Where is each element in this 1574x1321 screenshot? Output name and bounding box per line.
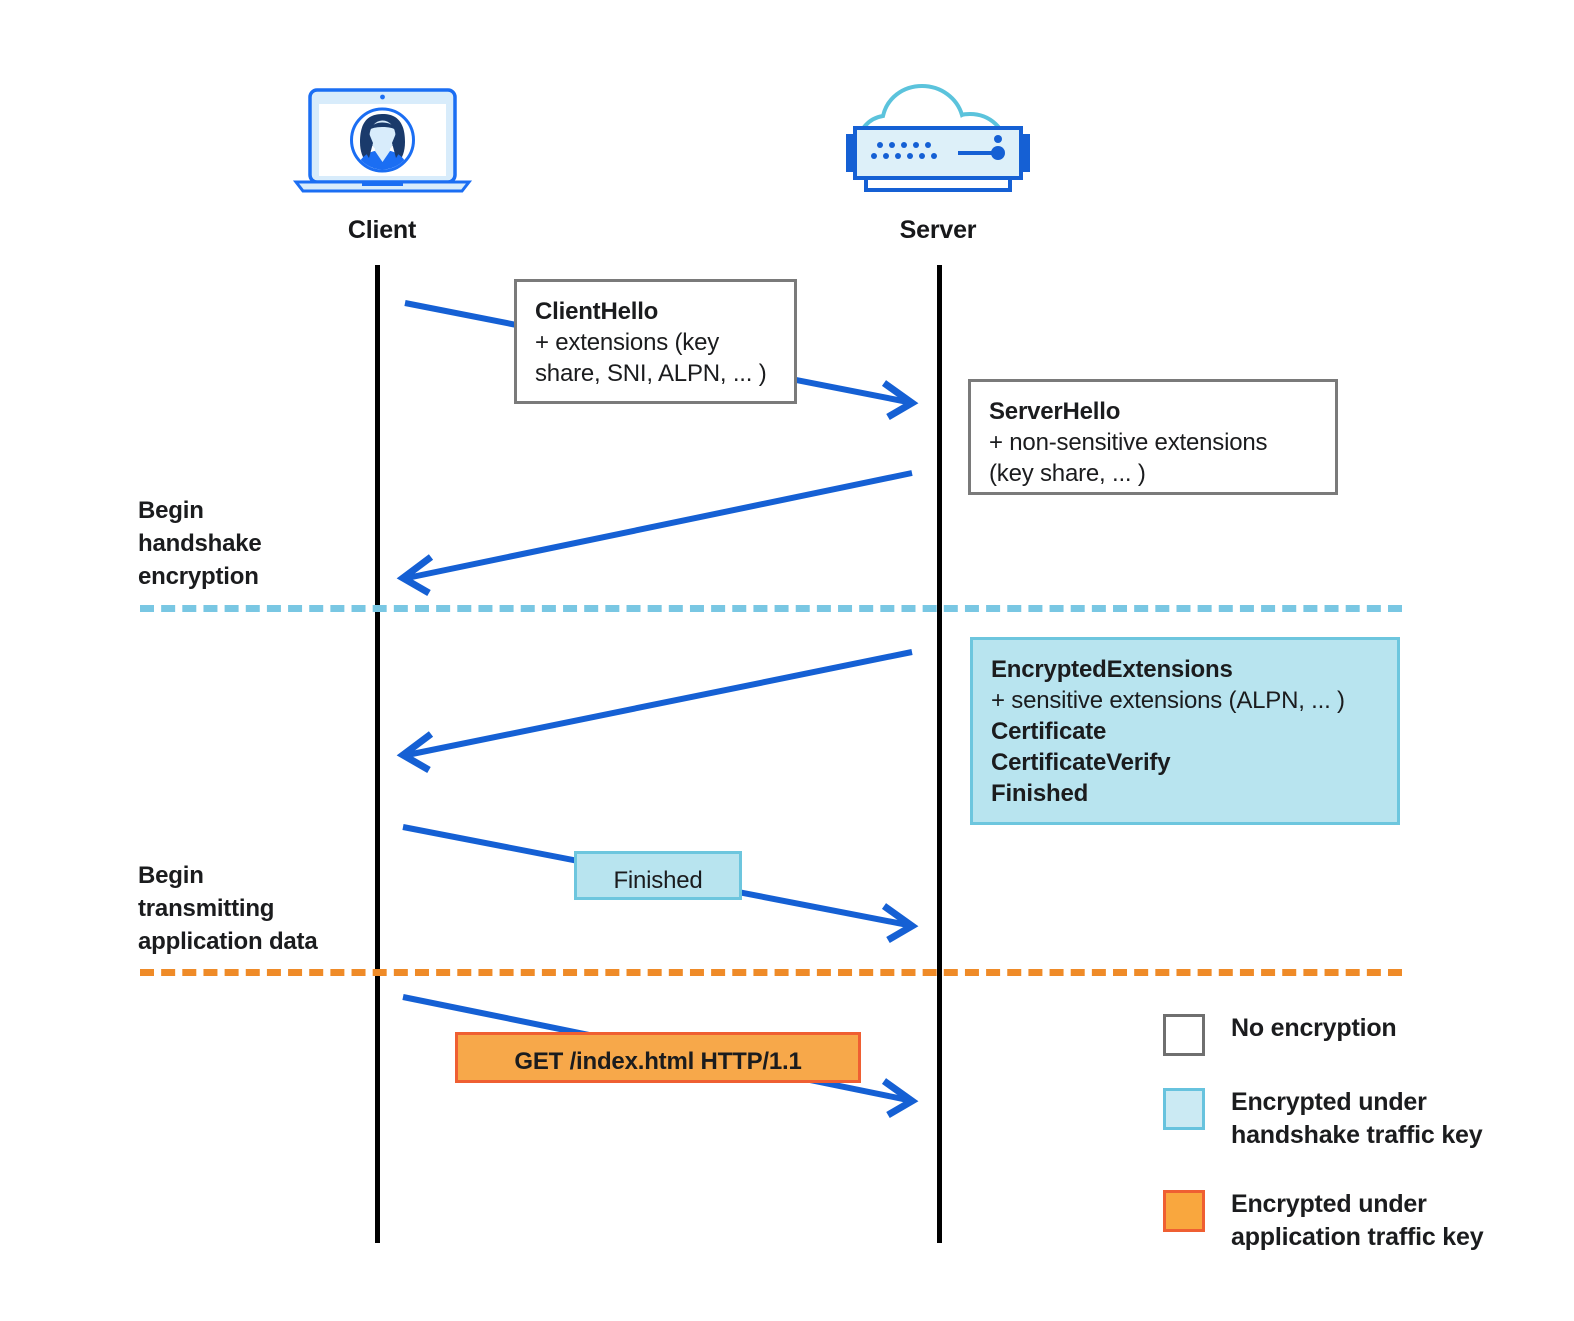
handshake-encryption-divider (140, 605, 1402, 612)
message-box-http-get-request: GET /index.html HTTP/1.1 (455, 1032, 861, 1083)
legend-item-handshake-traffic-key: Encrypted under handshake traffic key (1163, 1086, 1543, 1152)
cloud-server-icon (846, 83, 1030, 192)
message-line-finished: Finished (991, 780, 1089, 807)
message-title-http-get-request: GET /index.html HTTP/1.1 (514, 1048, 802, 1075)
legend-swatch-application-traffic-key (1163, 1190, 1205, 1232)
message-title-encrypted-extensions: EncryptedExtensions (991, 656, 1233, 683)
arrow-encrypted-extensions (396, 649, 913, 774)
legend-swatch-handshake-traffic-key (1163, 1088, 1205, 1130)
message-title-server-hello: ServerHello (989, 398, 1121, 425)
message-body-encrypted-extensions: + sensitive extensions (ALPN, ... ) (991, 687, 1345, 714)
legend-item-no-encryption: No encryption (1163, 1012, 1543, 1056)
legend-label-handshake-traffic-key: Encrypted under handshake traffic key (1231, 1088, 1483, 1149)
message-body-server-hello: + non-sensitive extensions (key share, .… (989, 429, 1268, 487)
tls-handshake-diagram: Client Server Begin handshake encryption… (0, 0, 1574, 1321)
legend-label-application-traffic-key: Encrypted under application traffic key (1231, 1190, 1484, 1251)
legend-label-no-encryption: No encryption (1231, 1014, 1397, 1042)
lifeline-client (375, 265, 380, 1243)
message-title-client-hello: ClientHello (535, 298, 659, 325)
message-body-client-hello: + extensions (key share, SNI, ALPN, ... … (535, 329, 767, 387)
application-data-divider (140, 969, 1402, 976)
side-note-begin-handshake-encryption: Begin handshake encryption (138, 497, 262, 590)
message-title-client-finished: Finished (613, 867, 703, 894)
message-box-client-finished: Finished (574, 851, 742, 900)
message-line-certificate: Certificate (991, 718, 1107, 745)
message-box-client-hello: ClientHello + extensions (key share, SNI… (514, 279, 797, 404)
message-box-server-hello: ServerHello + non-sensitive extensions (… (968, 379, 1338, 495)
actor-label-client: Client (347, 216, 417, 244)
legend: No encryption Encrypted under handshake … (1163, 1012, 1543, 1254)
actor-label-server: Server (899, 216, 977, 244)
legend-swatch-no-encryption (1163, 1014, 1205, 1056)
side-note-begin-transmitting-application-data: Begin transmitting application data (138, 862, 318, 955)
arrow-server-hello (396, 470, 913, 597)
message-box-encrypted-extensions: EncryptedExtensions + sensitive extensio… (970, 637, 1400, 825)
legend-item-application-traffic-key: Encrypted under application traffic key (1163, 1188, 1543, 1254)
laptop-user-icon (292, 88, 473, 193)
lifeline-server (937, 265, 942, 1243)
message-line-certificate-verify: CertificateVerify (991, 749, 1171, 776)
